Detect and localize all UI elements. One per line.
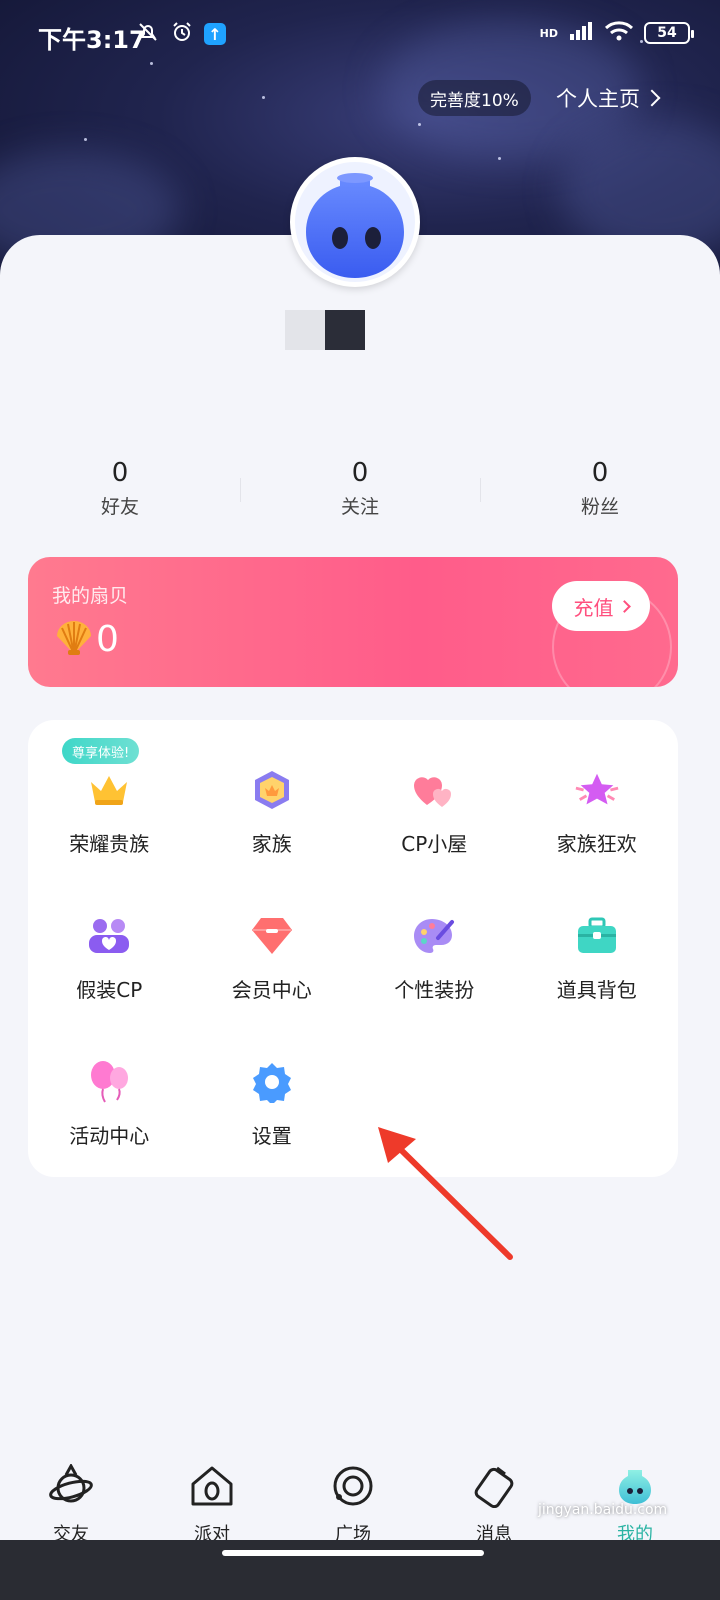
- service-label: 会员中心: [231, 978, 312, 1002]
- message-icon: [471, 1464, 517, 1509]
- profile-completeness-badge[interactable]: 完善度10%: [418, 80, 531, 116]
- service-backpack[interactable]: 道具背包: [516, 914, 679, 1002]
- personal-homepage-link[interactable]: 个人主页: [556, 80, 661, 116]
- wallet-balance: 0: [96, 619, 119, 660]
- stat-label: 粉丝: [580, 496, 619, 518]
- chevron-right-icon: [643, 89, 661, 107]
- stats-row: 0 好友 0 关注 0 粉丝: [0, 458, 720, 519]
- stat-friends[interactable]: 0 好友: [0, 458, 240, 519]
- alarm-icon: [170, 20, 194, 48]
- service-family[interactable]: 家族: [191, 768, 354, 856]
- status-time: 下午3:17: [38, 26, 146, 54]
- service-settings[interactable]: 设置: [191, 1060, 354, 1148]
- orbit-icon: [330, 1464, 376, 1508]
- stat-value: 0: [111, 458, 129, 488]
- service-label: CP小屋: [401, 832, 468, 856]
- service-label: 荣耀贵族: [69, 832, 150, 856]
- service-activity-center[interactable]: 活动中心: [28, 1060, 191, 1148]
- house-icon: [189, 1464, 235, 1508]
- wallet-title: 我的扇贝: [52, 585, 129, 607]
- homepage-link-label: 个人主页: [556, 87, 640, 111]
- stat-label: 关注: [340, 496, 379, 518]
- stat-fans[interactable]: 0 粉丝: [480, 458, 720, 519]
- service-label: 假装CP: [76, 978, 143, 1002]
- mute-bell-icon: [136, 20, 160, 48]
- battery-indicator: 54: [644, 22, 694, 44]
- tab-messages[interactable]: 消息: [449, 1464, 539, 1546]
- services-card: 尊享体验! 荣耀贵族 家族 CP小屋 家族狂欢 假装CP 会员中心 个性装扮 道…: [28, 720, 678, 1177]
- service-label: 活动中心: [69, 1124, 150, 1148]
- service-fake-cp[interactable]: 假装CP: [28, 914, 191, 1002]
- service-member-center[interactable]: 会员中心: [191, 914, 354, 1002]
- annotation-arrow: [378, 1127, 513, 1260]
- hearts-icon: [411, 768, 457, 812]
- tab-square[interactable]: 广场: [308, 1464, 398, 1546]
- service-label: 个性装扮: [394, 978, 475, 1002]
- crown-icon: [86, 768, 132, 812]
- family-badge-icon: [249, 768, 295, 812]
- promo-tag: 尊享体验!: [62, 738, 140, 764]
- service-label: 设置: [251, 1124, 292, 1148]
- stat-value: 0: [351, 458, 369, 488]
- home-indicator[interactable]: [222, 1550, 484, 1556]
- service-family-carnival[interactable]: 家族狂欢: [516, 768, 679, 856]
- couple-icon: [86, 914, 132, 958]
- stat-value: 0: [591, 458, 609, 488]
- stat-label: 好友: [100, 496, 139, 518]
- tab-make-friends[interactable]: 交友: [26, 1462, 116, 1546]
- balloon-icon: [86, 1060, 132, 1104]
- recharge-button[interactable]: 充值: [552, 581, 650, 631]
- star-burst-icon: [574, 768, 620, 812]
- tab-party[interactable]: 派对: [167, 1464, 257, 1546]
- stat-following[interactable]: 0 关注: [240, 458, 480, 519]
- username-redacted: [285, 310, 365, 350]
- shell-icon: [54, 620, 94, 660]
- toolbox-icon: [574, 914, 620, 958]
- gear-icon: [249, 1060, 295, 1104]
- chevron-right-icon: [617, 599, 631, 613]
- service-label: 道具背包: [556, 978, 637, 1002]
- network-label: HD: [539, 26, 558, 40]
- planet-icon: [48, 1462, 94, 1508]
- service-label: 家族狂欢: [556, 832, 637, 856]
- service-noble[interactable]: 荣耀贵族: [28, 768, 191, 856]
- status-bar: 下午3:17 ↑ HD 54: [0, 0, 720, 70]
- watermark: jingyan.baidu.com: [538, 1502, 668, 1518]
- gem-icon: [249, 914, 295, 958]
- service-label: 家族: [251, 832, 292, 856]
- upload-notification-icon: ↑: [204, 23, 226, 45]
- divider: [480, 478, 481, 502]
- wifi-icon: [604, 20, 634, 46]
- palette-icon: [411, 914, 457, 958]
- service-dress-up[interactable]: 个性装扮: [353, 914, 516, 1002]
- service-cp-house[interactable]: CP小屋: [353, 768, 516, 856]
- wallet-card[interactable]: 我的扇贝 0 充值: [28, 557, 678, 687]
- divider: [240, 478, 241, 502]
- recharge-label: 充值: [573, 595, 614, 620]
- avatar[interactable]: [290, 157, 420, 287]
- navigation-strip: [0, 1540, 720, 1600]
- bottom-tab-bar: 交友 派对 广场 消息 我的: [0, 1450, 720, 1545]
- signal-icon: [568, 20, 594, 46]
